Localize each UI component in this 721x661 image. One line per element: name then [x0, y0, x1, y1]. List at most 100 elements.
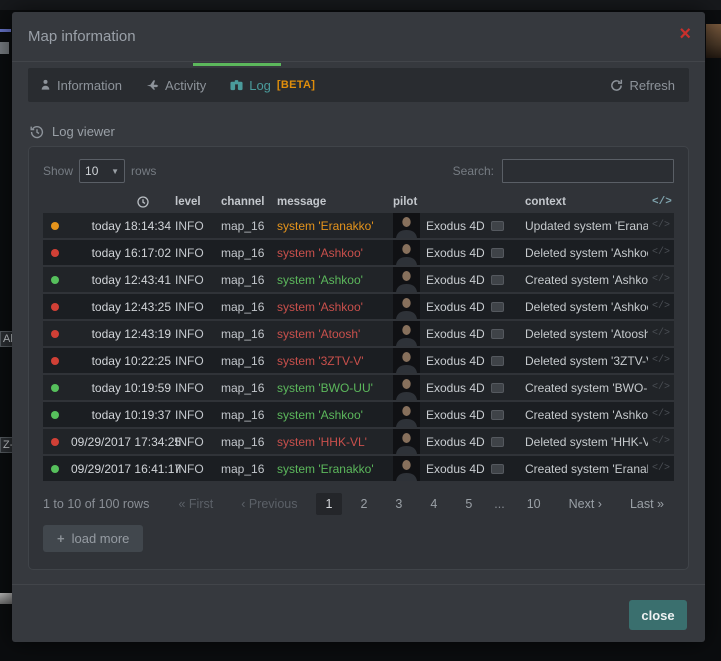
page-button-4[interactable]: 4 [420, 493, 447, 515]
pilot-avatar [393, 348, 420, 373]
log-message: system 'Atoosh' [277, 327, 389, 341]
binoculars-icon [230, 79, 243, 91]
pilot-name: Exodus 4D [426, 219, 485, 233]
search-input[interactable] [502, 159, 674, 183]
pilot-name: Exodus 4D [426, 273, 485, 287]
tab-log[interactable]: Log [BETA] [230, 78, 315, 93]
show-label: Show [43, 164, 73, 178]
log-pilot: Exodus 4D [393, 321, 521, 346]
pilot-card-icon[interactable] [491, 383, 504, 393]
expand-code-icon[interactable]: </> [652, 247, 668, 258]
log-channel: map_16 [221, 273, 273, 287]
load-more-button[interactable]: + load more [43, 525, 143, 552]
log-pilot: Exodus 4D [393, 429, 521, 454]
expand-code-icon[interactable]: </> [652, 382, 668, 393]
pilot-card-icon[interactable] [491, 356, 504, 366]
expand-code-icon[interactable]: </> [652, 301, 668, 312]
status-dot [51, 222, 59, 230]
log-time: today 16:17:02 [71, 246, 171, 260]
pagination-info: 1 to 10 of 100 rows [43, 497, 149, 511]
column-header-message[interactable]: message [277, 196, 389, 208]
expand-code-icon[interactable]: </> [652, 355, 668, 366]
tab-label: Activity [165, 78, 206, 93]
next-page-button[interactable]: Next › [559, 493, 612, 515]
log-row[interactable]: today 12:43:19 INFO map_16 system 'Atoos… [43, 321, 674, 346]
expand-code-icon[interactable]: </> [652, 409, 668, 420]
pilot-avatar [393, 456, 420, 481]
pilot-card-icon[interactable] [491, 437, 504, 447]
first-page-button[interactable]: « First [168, 493, 223, 515]
column-header-channel[interactable]: channel [221, 196, 273, 208]
log-message: system 'HHK-VL' [277, 435, 389, 449]
log-context: Deleted system '3ZTV-V' #... [525, 354, 648, 368]
last-page-button[interactable]: Last » [620, 493, 674, 515]
pilot-card-icon[interactable] [491, 221, 504, 231]
column-header-pilot[interactable]: pilot [393, 196, 521, 208]
log-channel: map_16 [221, 354, 273, 368]
map-information-dialog: Map information × Information Activity [12, 12, 705, 642]
pilot-card-icon[interactable] [491, 329, 504, 339]
pilot-name: Exodus 4D [426, 246, 485, 260]
log-row[interactable]: today 16:17:02 INFO map_16 system 'Ashko… [43, 240, 674, 265]
log-time: today 10:19:37 [71, 408, 171, 422]
dialog-header: Map information × [12, 12, 705, 62]
close-button[interactable]: close [629, 600, 687, 630]
table-header: level channel message pilot context </> [43, 191, 674, 213]
tab-activity[interactable]: Activity [146, 78, 206, 93]
pilot-card-icon[interactable] [491, 302, 504, 312]
expand-code-icon[interactable]: </> [652, 463, 668, 474]
log-message: system 'Eranakko' [277, 219, 389, 233]
pilot-card-icon[interactable] [491, 464, 504, 474]
plus-icon: + [57, 531, 65, 546]
log-time: 09/29/2017 17:34:25 [71, 435, 171, 449]
log-channel: map_16 [221, 408, 273, 422]
log-pilot: Exodus 4D [393, 456, 521, 481]
page-size-select[interactable]: 10 ▼ [79, 159, 125, 183]
log-row[interactable]: today 10:22:25 INFO map_16 system '3ZTV-… [43, 348, 674, 373]
log-row[interactable]: today 12:43:41 INFO map_16 system 'Ashko… [43, 267, 674, 292]
log-message: system 'Ashkoo' [277, 300, 389, 314]
log-level: INFO [175, 435, 217, 449]
page-button-10[interactable]: 10 [517, 493, 551, 515]
close-icon[interactable]: × [679, 24, 691, 44]
page-button-2[interactable]: 2 [350, 493, 377, 515]
log-time: 09/29/2017 16:41:17 [71, 462, 171, 476]
column-header-level[interactable]: level [175, 196, 217, 208]
expand-code-icon[interactable]: </> [652, 220, 668, 231]
log-row[interactable]: 09/29/2017 17:34:25 INFO map_16 system '… [43, 429, 674, 454]
log-context: Deleted system 'HHK-VL' ... [525, 435, 648, 449]
log-context: Updated system 'Eranakk... [525, 219, 648, 233]
tab-information[interactable]: Information [40, 78, 122, 93]
log-row[interactable]: today 12:43:25 INFO map_16 system 'Ashko… [43, 294, 674, 319]
previous-page-button[interactable]: ‹ Previous [231, 493, 307, 515]
history-icon [30, 125, 44, 139]
pilot-card-icon[interactable] [491, 275, 504, 285]
dialog-title: Map information [28, 28, 136, 45]
expand-code-icon[interactable]: </> [652, 274, 668, 285]
log-time: today 12:43:19 [71, 327, 171, 341]
table-controls: Show 10 ▼ rows Search: [43, 157, 674, 185]
log-context: Deleted system 'Ashkoo' ... [525, 300, 648, 314]
page-button-5[interactable]: 5 [455, 493, 482, 515]
log-pilot: Exodus 4D [393, 267, 521, 292]
expand-code-icon[interactable]: </> [652, 436, 668, 447]
pilot-card-icon[interactable] [491, 410, 504, 420]
log-pilot: Exodus 4D [393, 240, 521, 265]
log-level: INFO [175, 219, 217, 233]
expand-code-icon[interactable]: </> [652, 328, 668, 339]
plane-icon [146, 79, 159, 91]
pilot-avatar [393, 240, 420, 265]
log-row[interactable]: today 18:14:34 INFO map_16 system 'Erana… [43, 213, 674, 238]
column-header-context[interactable]: context [525, 196, 648, 208]
log-row[interactable]: 09/29/2017 16:41:17 INFO map_16 system '… [43, 456, 674, 481]
beta-badge: [BETA] [277, 79, 315, 91]
log-row[interactable]: today 10:19:59 INFO map_16 system 'BWO-U… [43, 375, 674, 400]
refresh-button[interactable]: Refresh [610, 78, 675, 93]
log-channel: map_16 [221, 300, 273, 314]
pilot-avatar [393, 429, 420, 454]
log-level: INFO [175, 381, 217, 395]
page-button-3[interactable]: 3 [385, 493, 412, 515]
page-button-1[interactable]: 1 [316, 493, 343, 515]
log-row[interactable]: today 10:19:37 INFO map_16 system 'Ashko… [43, 402, 674, 427]
pilot-card-icon[interactable] [491, 248, 504, 258]
